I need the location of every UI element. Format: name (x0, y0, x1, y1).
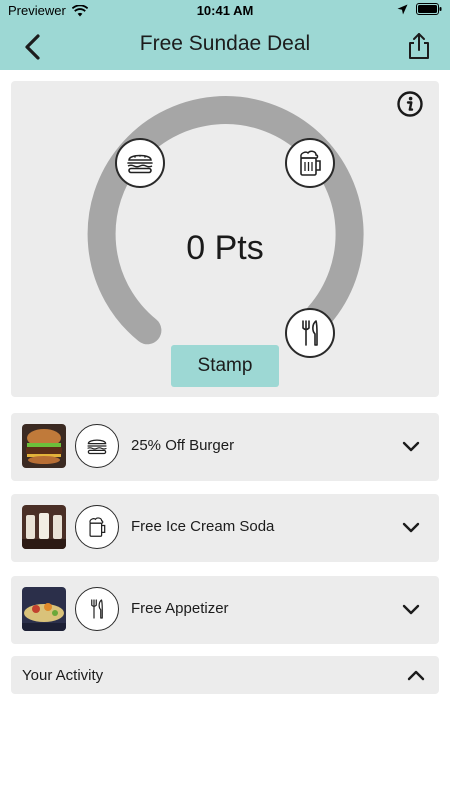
soda-mug-icon (89, 517, 106, 537)
activity-section-header[interactable]: Your Activity (11, 656, 439, 694)
soda-badge (285, 138, 335, 188)
status-right (397, 3, 442, 15)
nav-bar: Free Sundae Deal (0, 22, 450, 70)
reward-label: Free Appetizer (131, 600, 229, 617)
burger-icon (127, 154, 153, 174)
share-button[interactable] (406, 32, 432, 60)
appetizer-thumbnail (22, 587, 66, 631)
burger-thumbnail (22, 424, 66, 468)
reward-label: Free Ice Cream Soda (131, 518, 275, 535)
chevron-down-icon[interactable] (401, 518, 421, 538)
reward-item[interactable]: Free Appetizer (11, 576, 439, 644)
reward-icon-circle (75, 505, 119, 549)
top-bar: Previewer 10:41 AM Free Sundae Deal (0, 0, 450, 70)
soda-thumbnail (22, 505, 66, 549)
reward-label: 25% Off Burger (131, 437, 235, 454)
utensils-badge (285, 308, 335, 358)
fork-knife-icon (91, 599, 103, 619)
reward-icon-circle (75, 587, 119, 631)
status-bar: Previewer 10:41 AM (0, 0, 450, 22)
burger-badge (115, 138, 165, 188)
location-arrow-icon (397, 4, 408, 14)
status-time: 10:41 AM (196, 3, 254, 18)
burger-icon (87, 439, 107, 455)
reward-icon-circle (75, 424, 119, 468)
points-value: 0 Pts (186, 229, 264, 267)
fork-knife-icon (302, 320, 318, 346)
stamp-button[interactable]: Stamp (171, 345, 279, 387)
activity-label: Your Activity (22, 667, 104, 684)
reward-item[interactable]: Free Ice Cream Soda (11, 494, 439, 562)
chevron-down-icon[interactable] (401, 437, 421, 457)
points-card: 0 Pts Stamp (11, 81, 439, 397)
chevron-up-icon[interactable] (406, 665, 426, 685)
soda-mug-icon (300, 150, 321, 176)
battery-icon (416, 3, 442, 15)
page-title: Free Sundae Deal (139, 32, 311, 55)
chevron-down-icon[interactable] (401, 600, 421, 620)
reward-item[interactable]: 25% Off Burger (11, 413, 439, 481)
